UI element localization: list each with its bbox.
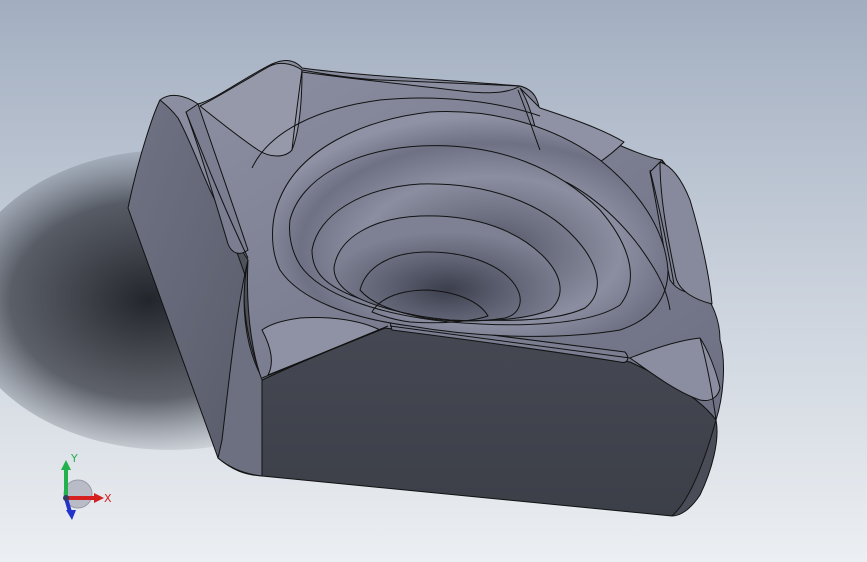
graphics-viewport[interactable]: Y X (0, 0, 867, 562)
y-axis-label: Y (70, 452, 78, 465)
x-axis-arrow (94, 493, 104, 503)
reference-triad: Y X (61, 452, 112, 520)
x-axis-label: X (104, 492, 112, 505)
model-scene[interactable] (0, 0, 867, 562)
z-axis-arrow (66, 510, 76, 520)
y-axis-arrow (61, 460, 71, 470)
triad-origin (63, 495, 69, 501)
